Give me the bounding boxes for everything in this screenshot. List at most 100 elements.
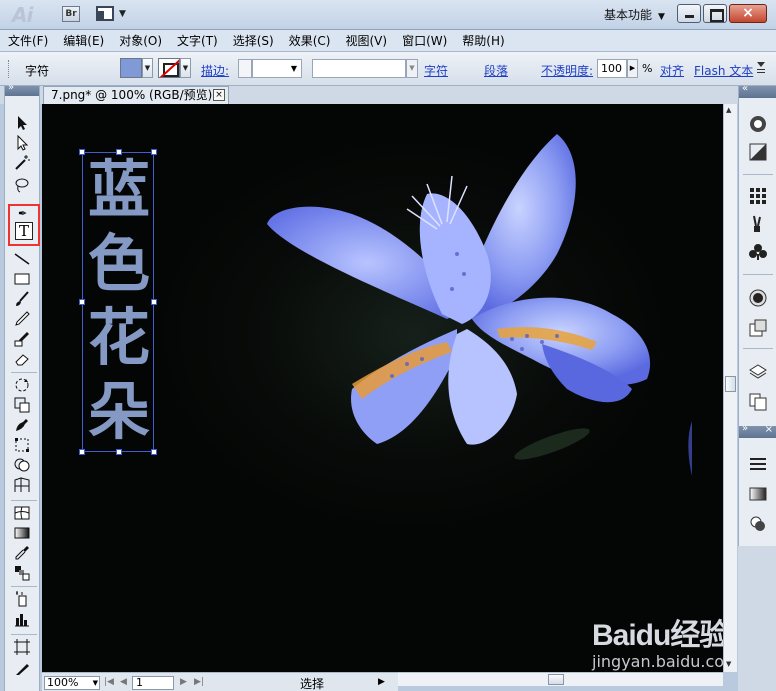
fill-color-swatch[interactable] <box>120 58 142 78</box>
resize-handle[interactable] <box>151 299 157 305</box>
vertical-text[interactable]: 蓝 色 花 朵 <box>83 153 155 449</box>
type-tool[interactable]: ✒ T <box>8 204 40 246</box>
menu-view[interactable]: 视图(V) <box>345 32 387 49</box>
control-bar-grip[interactable] <box>8 60 11 78</box>
vertical-text-frame[interactable]: 蓝 色 花 朵 <box>79 149 157 455</box>
opacity-field[interactable]: 100 <box>597 59 627 78</box>
gradient-panel-button[interactable] <box>748 484 768 504</box>
opacity-dropdown-arrow[interactable]: ▶ <box>627 59 638 78</box>
align-panel-button[interactable] <box>748 454 768 474</box>
resize-handle[interactable] <box>79 449 85 455</box>
previous-artboard-icon[interactable]: ◀ <box>120 677 127 687</box>
line-tool[interactable] <box>13 250 35 270</box>
paintbrush-tool[interactable] <box>13 290 35 310</box>
menu-file[interactable]: 文件(F) <box>8 32 48 49</box>
opacity-link[interactable]: 不透明度: <box>541 62 593 79</box>
panel-group-header[interactable] <box>739 423 776 438</box>
appearance-panel-button[interactable] <box>748 514 768 534</box>
panel-dock-header[interactable] <box>739 83 776 98</box>
blob-brush-tool[interactable] <box>13 330 35 350</box>
resize-handle[interactable] <box>151 149 157 155</box>
zoom-level-field[interactable]: 100% ▼ <box>44 676 100 690</box>
align-panel-link[interactable]: 对齐 <box>660 62 684 79</box>
stroke-dropdown-arrow[interactable]: ▼ <box>180 58 191 78</box>
swatches-panel-button[interactable] <box>748 186 768 206</box>
last-artboard-icon[interactable]: ▶| <box>194 677 204 687</box>
document-tab[interactable]: 7.png* @ 100% (RGB/预览) × <box>43 86 229 104</box>
resize-handle[interactable] <box>116 149 122 155</box>
gradient-tool[interactable] <box>13 524 35 544</box>
workspace-switcher[interactable]: 基本功能 ▼ <box>604 6 665 23</box>
direct-selection-tool[interactable] <box>13 134 35 154</box>
symbols-panel-button[interactable] <box>748 242 768 262</box>
rectangle-tool[interactable] <box>13 270 35 290</box>
close-tab-icon[interactable]: × <box>213 89 225 101</box>
resize-handle[interactable] <box>151 449 157 455</box>
transparency-panel-button[interactable] <box>748 318 768 338</box>
next-artboard-icon[interactable]: ▶ <box>180 677 187 687</box>
mesh-tool[interactable] <box>13 504 35 524</box>
magic-wand-tool[interactable] <box>13 154 35 174</box>
flash-text-link[interactable]: Flash 文本 <box>694 62 753 79</box>
vertical-scroll-thumb[interactable] <box>725 376 736 392</box>
free-transform-tool[interactable] <box>13 436 35 456</box>
shape-builder-tool[interactable] <box>13 456 35 476</box>
artboards-panel-button[interactable] <box>748 392 768 412</box>
menu-window[interactable]: 窗口(W) <box>402 32 447 49</box>
color-panel-button[interactable] <box>748 114 768 134</box>
symbol-sprayer-tool[interactable] <box>13 590 35 610</box>
lasso-tool[interactable] <box>13 176 35 196</box>
maximize-button[interactable] <box>703 4 727 23</box>
warp-tool[interactable] <box>13 416 35 436</box>
menu-help[interactable]: 帮助(H) <box>462 32 504 49</box>
character-panel-link[interactable]: 字符 <box>424 62 448 79</box>
control-bar-menu-icon[interactable] <box>757 62 767 74</box>
rotate-tool[interactable] <box>13 376 35 396</box>
menu-effect[interactable]: 效果(C) <box>289 32 331 49</box>
selection-tool[interactable] <box>13 114 35 134</box>
menu-edit[interactable]: 编辑(E) <box>63 32 104 49</box>
brushes-panel-button[interactable] <box>748 214 768 234</box>
menu-select[interactable]: 选择(S) <box>233 32 274 49</box>
document-canvas[interactable]: 蓝 色 花 朵 Baidu经验 jingyan.baidu.com <box>42 104 723 672</box>
status-text[interactable]: 选择 <box>242 675 382 691</box>
menu-object[interactable]: 对象(O) <box>119 32 162 49</box>
menu-type[interactable]: 文字(T) <box>177 32 218 49</box>
color-guide-panel-button[interactable] <box>748 142 768 162</box>
close-window-button[interactable]: × <box>729 4 767 23</box>
fill-dropdown-arrow[interactable]: ▼ <box>142 58 153 78</box>
eraser-tool[interactable] <box>13 350 35 370</box>
bridge-button[interactable]: Br <box>62 6 80 22</box>
blend-tool[interactable] <box>13 564 35 584</box>
perspective-grid-tool[interactable] <box>13 476 35 496</box>
scroll-down-icon[interactable]: ▼ <box>726 660 731 668</box>
minimize-button[interactable] <box>677 4 701 23</box>
style-dropdown-arrow[interactable]: ▼ <box>406 59 418 78</box>
eyedropper-tool[interactable] <box>13 544 35 564</box>
resize-handle[interactable] <box>79 149 85 155</box>
layers-panel-button[interactable] <box>748 362 768 382</box>
pencil-tool[interactable] <box>13 310 35 330</box>
horizontal-scrollbar[interactable] <box>398 672 723 686</box>
horizontal-scroll-thumb[interactable] <box>548 674 564 685</box>
paragraph-panel-link[interactable]: 段落 <box>484 62 508 79</box>
scale-tool[interactable] <box>13 396 35 416</box>
slice-tool[interactable] <box>13 660 35 680</box>
artboard-number-field[interactable]: 1 <box>132 676 174 690</box>
artboard-tool[interactable] <box>13 638 35 658</box>
arrange-documents-button[interactable]: ▼ <box>96 6 130 22</box>
status-menu-arrow-icon[interactable]: ▶ <box>378 677 385 687</box>
style-field[interactable] <box>312 59 406 78</box>
stroke-link[interactable]: 描边: <box>201 62 229 79</box>
resize-handle[interactable] <box>79 299 85 305</box>
tools-panel-header[interactable] <box>5 82 39 96</box>
column-graph-tool[interactable] <box>13 610 35 630</box>
stroke-panel-button[interactable] <box>748 288 768 308</box>
stroke-weight-field[interactable]: ▼ <box>252 59 302 78</box>
scroll-up-icon[interactable]: ▲ <box>726 106 731 114</box>
stroke-weight-stepper[interactable] <box>238 59 252 78</box>
vertical-scrollbar[interactable]: ▲ ▼ <box>723 104 737 672</box>
stroke-color-swatch[interactable] <box>158 58 180 78</box>
first-artboard-icon[interactable]: |◀ <box>104 677 114 687</box>
resize-handle[interactable] <box>116 449 122 455</box>
